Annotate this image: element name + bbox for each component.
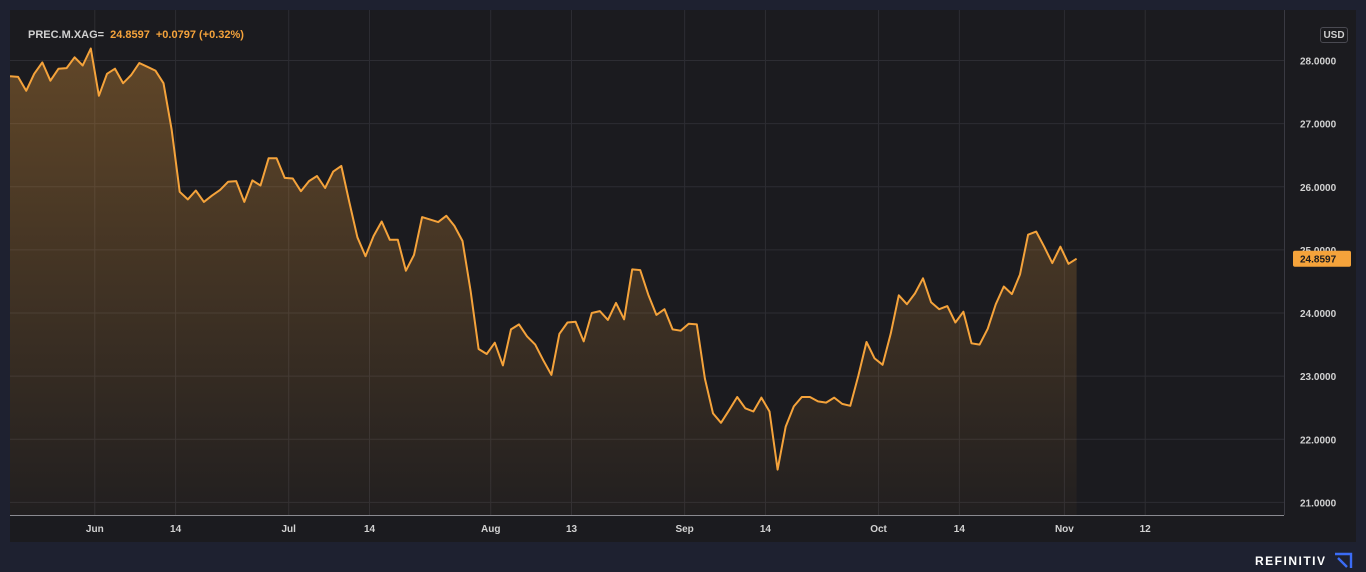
y-axis-ticks: 21.000022.000023.000024.000025.000026.00…	[1300, 57, 1337, 510]
price-chart[interactable]: 21.000022.000023.000024.000025.000026.00…	[10, 10, 1356, 542]
y-tick-label: 26.0000	[1300, 183, 1337, 194]
x-tick-label: Jun	[86, 524, 104, 535]
x-tick-label: 14	[364, 524, 376, 535]
currency-badge[interactable]: USD	[1320, 27, 1348, 43]
refinitiv-logo-icon	[1335, 552, 1353, 568]
x-tick-label: 12	[1140, 524, 1152, 535]
y-tick-label: 21.0000	[1300, 498, 1337, 509]
x-tick-label: 13	[566, 524, 578, 535]
x-tick-label: Jul	[281, 524, 296, 535]
x-tick-label: Aug	[481, 524, 500, 535]
last-price-label-text: 24.8597	[1300, 255, 1337, 266]
y-tick-label: 22.0000	[1300, 435, 1337, 446]
last-price-label: 24.8597	[1293, 250, 1351, 267]
x-tick-label: Oct	[870, 524, 887, 535]
chart-area[interactable]: 21.000022.000023.000024.000025.000026.00…	[10, 10, 1356, 542]
x-tick-label: Sep	[675, 524, 693, 535]
last-value: 24.8597	[110, 29, 150, 41]
price-change: +0.0797 (+0.32%)	[155, 29, 244, 41]
instrument-header: PREC.M.XAG= 24.8597 +0.0797 (+0.32%)	[28, 29, 244, 41]
instrument-symbol: PREC.M.XAG=	[28, 29, 105, 41]
x-tick-label: Nov	[1055, 524, 1074, 535]
y-tick-label: 28.0000	[1300, 57, 1337, 68]
y-tick-label: 24.0000	[1300, 309, 1337, 320]
x-tick-label: 14	[170, 524, 182, 535]
y-tick-label: 23.0000	[1300, 372, 1337, 383]
x-axis-ticks: Jun 14 Jul 14 Aug 13 Sep 14 Oct 14 Nov 12	[86, 524, 1151, 535]
x-tick-label: 14	[760, 524, 772, 535]
y-tick-label: 27.0000	[1300, 120, 1337, 131]
x-tick-label: 14	[954, 524, 966, 535]
brand-logo-text: REFINITIV	[1255, 554, 1327, 568]
